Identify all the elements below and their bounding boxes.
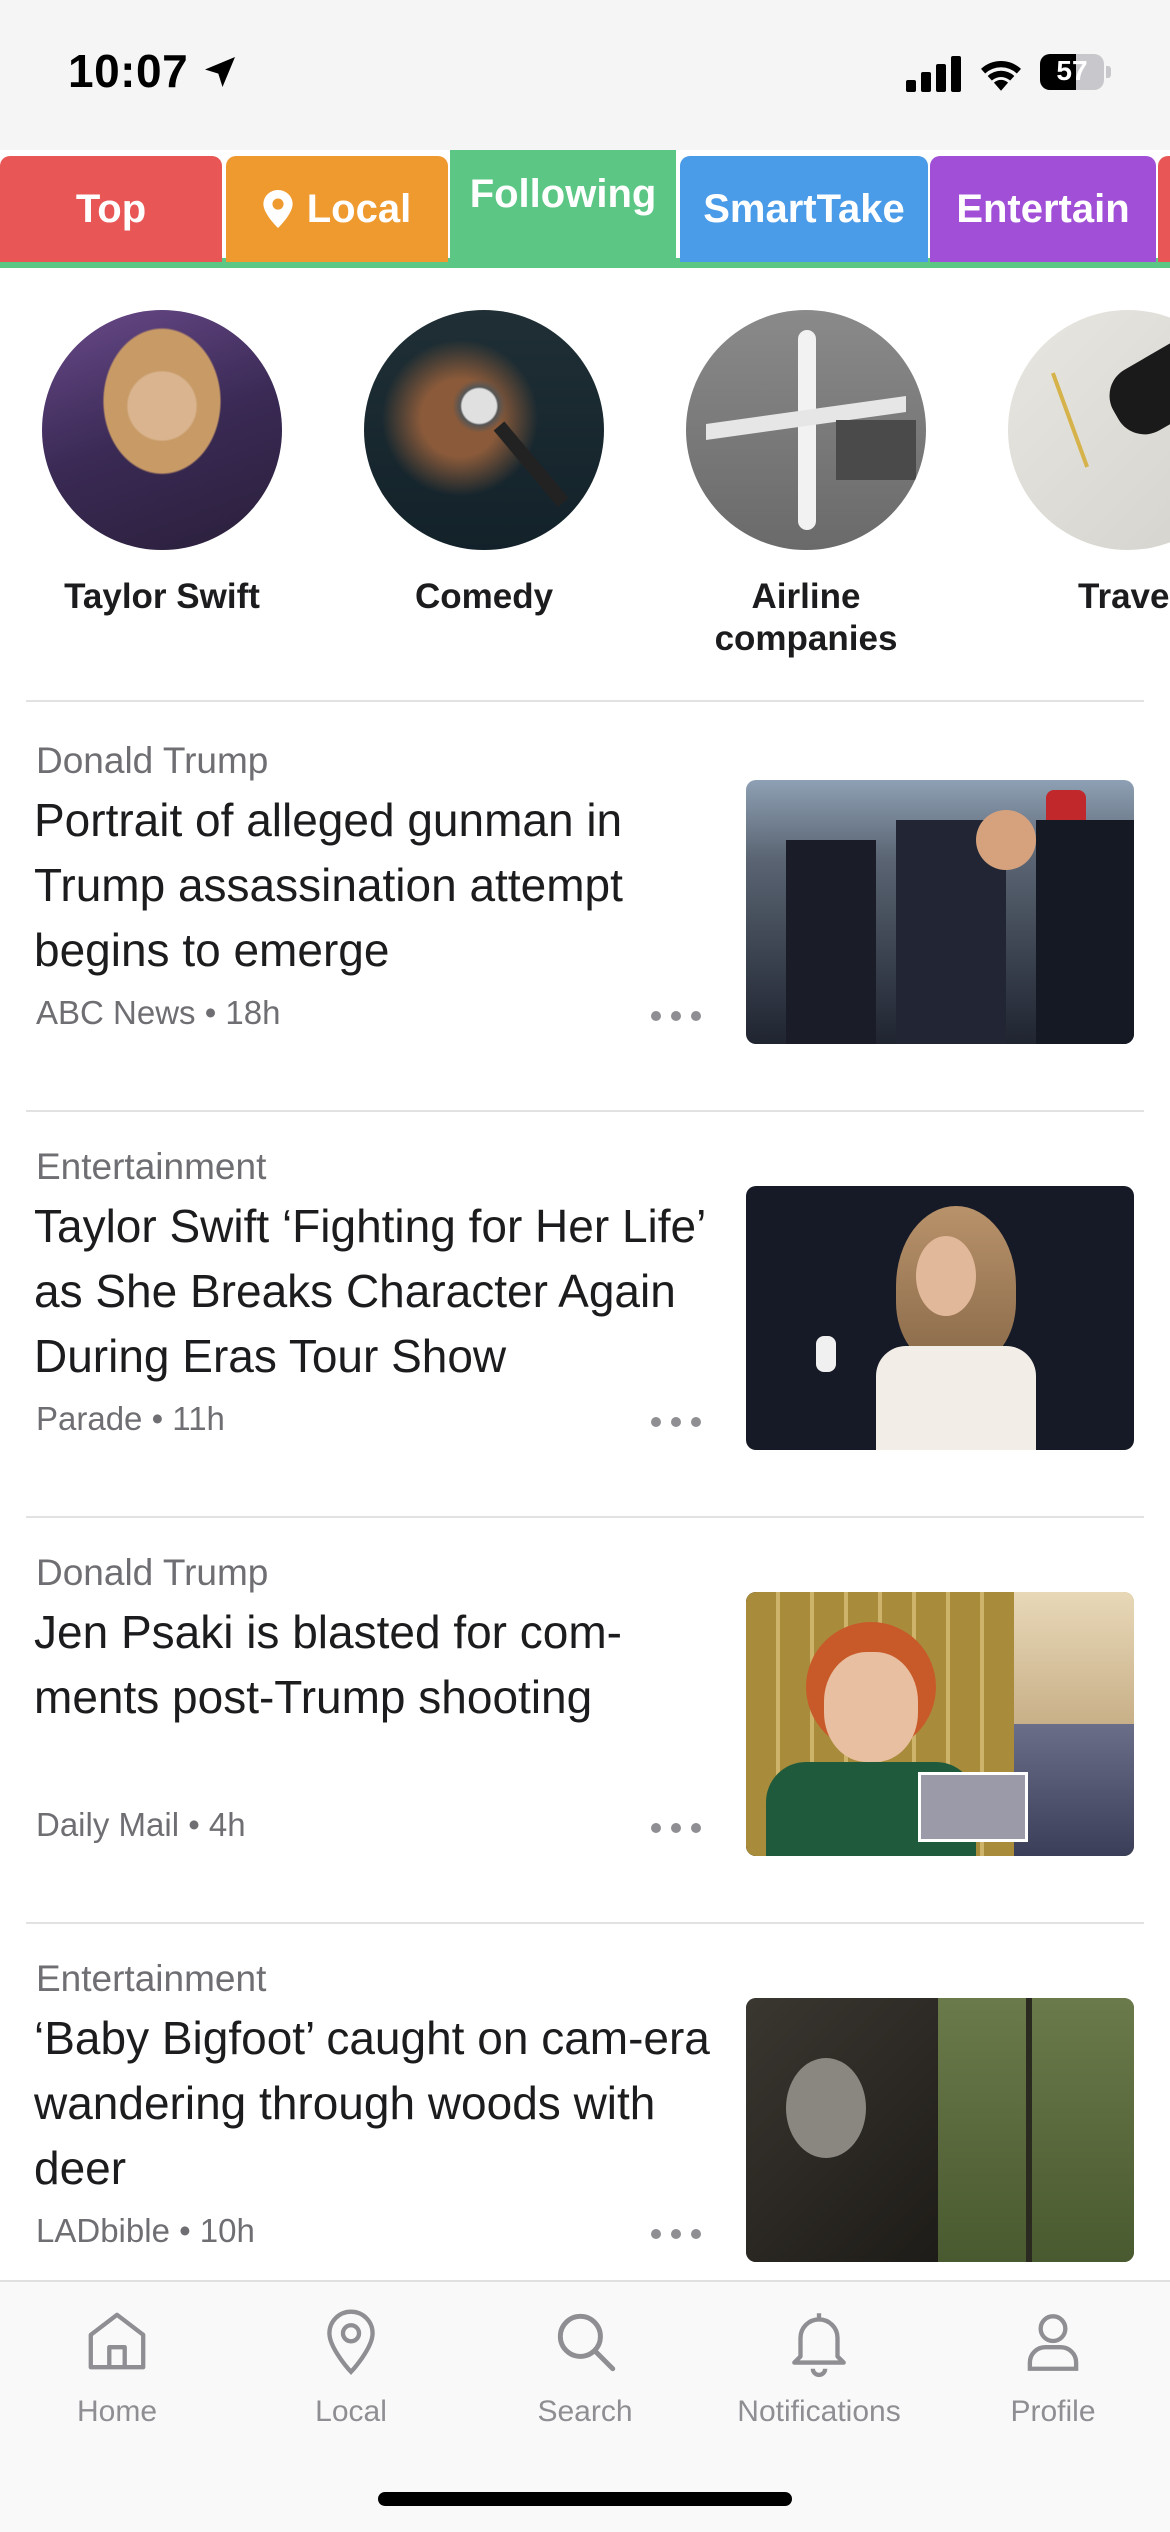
tab-smarttake-label: SmartTake [703,186,905,231]
topic-image [686,310,926,550]
topic-label: Trave [1078,577,1170,616]
nav-local-label: Local [315,2395,387,2428]
topic-image [42,310,282,550]
article-category: Entertainment [36,1958,267,1999]
home-indicator [378,2492,792,2506]
tab-top[interactable]: Top [0,156,222,262]
status-bar: 10:07 57 [0,0,1170,150]
tab-local[interactable]: Local [226,156,448,262]
article-headline[interactable]: ‘Baby Bigfoot’ caught on cam-era wanderi… [34,2006,724,2201]
article-thumbnail[interactable] [746,1592,1134,1856]
tab-smarttake[interactable]: SmartTake [680,156,928,262]
followed-topics-row: Taylor Swift Comedy Airline companies Tr… [0,300,1170,700]
tab-local-label: Local [306,186,412,231]
topic-travel[interactable]: Trave [968,310,1170,618]
nav-notifications-label: Notifications [737,2395,901,2428]
tab-following[interactable]: Following [450,150,676,268]
topic-label: Airline companies [714,577,898,658]
nav-profile-label: Profile [1010,2395,1096,2428]
tab-next-partial[interactable] [1158,156,1170,262]
article-card[interactable]: Entertainment Taylor Swift ‘Fighting for… [0,1110,1170,1516]
nav-profile[interactable]: Profile [936,2304,1170,2429]
article-source-time: Daily Mail • 4h [36,1806,246,1843]
home-icon [88,2312,146,2370]
article-card[interactable]: Donald Trump Portrait of alleged gunman … [0,704,1170,1110]
topic-taylor-swift[interactable]: Taylor Swift [2,310,322,618]
article-category: Entertainment [36,1146,267,1187]
divider [26,700,1144,702]
article-category: Donald Trump [36,740,269,781]
category-tabs: Top Local Following SmartTake Entertain [0,150,1170,274]
location-pin-icon [327,2309,375,2375]
article-headline[interactable]: Portrait of alleged gunman in Trump assa… [34,788,724,983]
topic-comedy[interactable]: Comedy [324,310,644,618]
article-headline[interactable]: Taylor Swift ‘Fighting for Her Life’ as … [34,1194,724,1389]
tab-following-label: Following [469,171,657,216]
topic-airline-companies[interactable]: Airline companies [646,310,966,660]
bell-icon [792,2313,846,2378]
nav-home[interactable]: Home [0,2304,234,2429]
article-thumbnail[interactable] [746,1998,1134,2262]
more-options-icon[interactable] [650,1416,702,1428]
tab-top-label: Top [75,186,147,231]
topic-image [1008,310,1170,550]
tab-entertainment[interactable]: Entertain [930,156,1156,262]
article-card[interactable]: Entertainment ‘Baby Bigfoot’ caught on c… [0,1922,1170,2328]
tab-entertainment-label: Entertain [956,186,1130,231]
more-options-icon[interactable] [650,1822,702,1834]
article-source-time: ABC News • 18h [36,994,281,1031]
more-options-icon[interactable] [650,2228,702,2240]
topic-image [364,310,604,550]
person-icon [1027,2314,1079,2371]
article-source-time: LADbible • 10h [36,2212,255,2249]
more-options-icon[interactable] [650,1010,702,1022]
article-card[interactable]: Donald Trump Jen Psaki is blasted for co… [0,1516,1170,1922]
pin-icon [263,190,293,228]
article-category: Donald Trump [36,1552,269,1593]
wifi-icon [981,60,1021,91]
nav-notifications[interactable]: Notifications [702,2304,936,2429]
battery-percent: 57 [1056,55,1088,86]
status-time: 10:07 [68,45,189,97]
cellular-signal-icon [906,56,961,92]
search-icon [557,2313,616,2372]
nav-local[interactable]: Local [234,2304,468,2429]
battery-indicator: 57 [1040,54,1111,90]
topic-label: Taylor Swift [64,577,260,616]
nav-search[interactable]: Search [468,2304,702,2429]
article-headline[interactable]: Jen Psaki is blasted for com-ments post-… [34,1600,724,1730]
nav-home-label: Home [76,2395,158,2428]
article-thumbnail[interactable] [746,1186,1134,1450]
article-source-time: Parade • 11h [36,1400,225,1437]
nav-search-label: Search [537,2395,633,2428]
article-thumbnail[interactable] [746,780,1134,1044]
topic-label: Comedy [414,577,554,616]
location-arrow-icon [205,57,235,87]
